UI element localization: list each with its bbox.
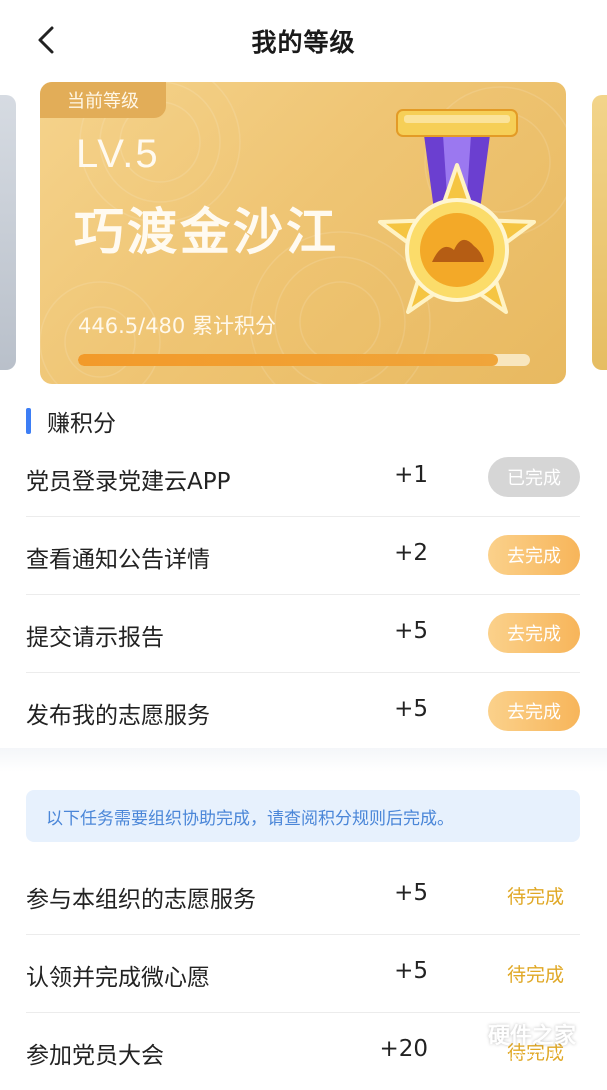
task-name: 查看通知公告详情 (26, 547, 210, 573)
watermark-text: 硬件之家 (488, 1023, 577, 1049)
task-row: 提交请示报告 +5 去完成 (26, 594, 580, 673)
pending-status: 待完成 (506, 886, 564, 908)
task-points: +5 (394, 696, 428, 722)
task-name: 提交请示报告 (26, 625, 164, 651)
task-points: +5 (394, 880, 428, 906)
current-level-card: 当前等级 LV.5 巧渡金沙江 446.5/480 累计积分 (40, 82, 566, 384)
task-points: +20 (379, 1036, 428, 1062)
nav-bar: 我的等级 (0, 0, 607, 82)
level-code: LV.5 (76, 132, 160, 176)
task-name: 参与本组织的志愿服务 (26, 887, 256, 913)
points-progress-text: 446.5/480 累计积分 (78, 314, 276, 338)
previous-level-card[interactable] (0, 95, 16, 370)
task-points: +5 (394, 618, 428, 644)
section-divider (0, 748, 607, 772)
go-complete-button[interactable]: 去完成 (488, 691, 580, 731)
earn-points-header: 赚积分 (26, 404, 116, 438)
task-row: 参与本组织的志愿服务 +5 待完成 (26, 856, 580, 935)
task-name: 发布我的志愿服务 (26, 703, 210, 729)
level-progress-bar (78, 354, 530, 366)
task-name: 党员登录党建云APP (26, 469, 231, 495)
task-row: 查看通知公告详情 +2 去完成 (26, 516, 580, 595)
notice-banner: 以下任务需要组织协助完成，请查阅积分规则后完成。 (26, 790, 580, 842)
task-points: +2 (394, 540, 428, 566)
level-name: 巧渡金沙江 (74, 203, 339, 261)
chevron-left-icon (38, 26, 54, 54)
section-title: 赚积分 (47, 411, 116, 437)
section-accent-bar (26, 408, 31, 434)
pending-status: 待完成 (506, 964, 564, 986)
task-name: 认领并完成微心愿 (26, 965, 210, 991)
task-name: 参加党员大会 (26, 1043, 164, 1069)
go-complete-button[interactable]: 去完成 (488, 613, 580, 653)
watermark: 硬件之家 YINGJIANZHIJIA (442, 1010, 602, 1066)
back-button[interactable] (28, 22, 64, 58)
next-level-card[interactable] (592, 95, 607, 370)
page-title: 我的等级 (251, 28, 356, 57)
task-points: +5 (394, 958, 428, 984)
current-level-tag: 当前等级 (40, 82, 166, 118)
task-row: 认领并完成微心愿 +5 待完成 (26, 934, 580, 1013)
medal-icon (378, 109, 536, 314)
notice-text: 以下任务需要组织协助完成，请查阅积分规则后完成。 (46, 808, 454, 829)
watermark-logo-icon (443, 1017, 479, 1059)
go-complete-button[interactable]: 去完成 (488, 535, 580, 575)
task-row: 党员登录党建云APP +1 已完成 (26, 438, 580, 517)
task-row: 发布我的志愿服务 +5 去完成 (26, 672, 580, 751)
task-completed-button[interactable]: 已完成 (488, 457, 580, 497)
task-points: +1 (394, 462, 428, 488)
level-progress-fill (78, 354, 499, 366)
watermark-subtext: YINGJIANZHIJIA (488, 1049, 562, 1059)
